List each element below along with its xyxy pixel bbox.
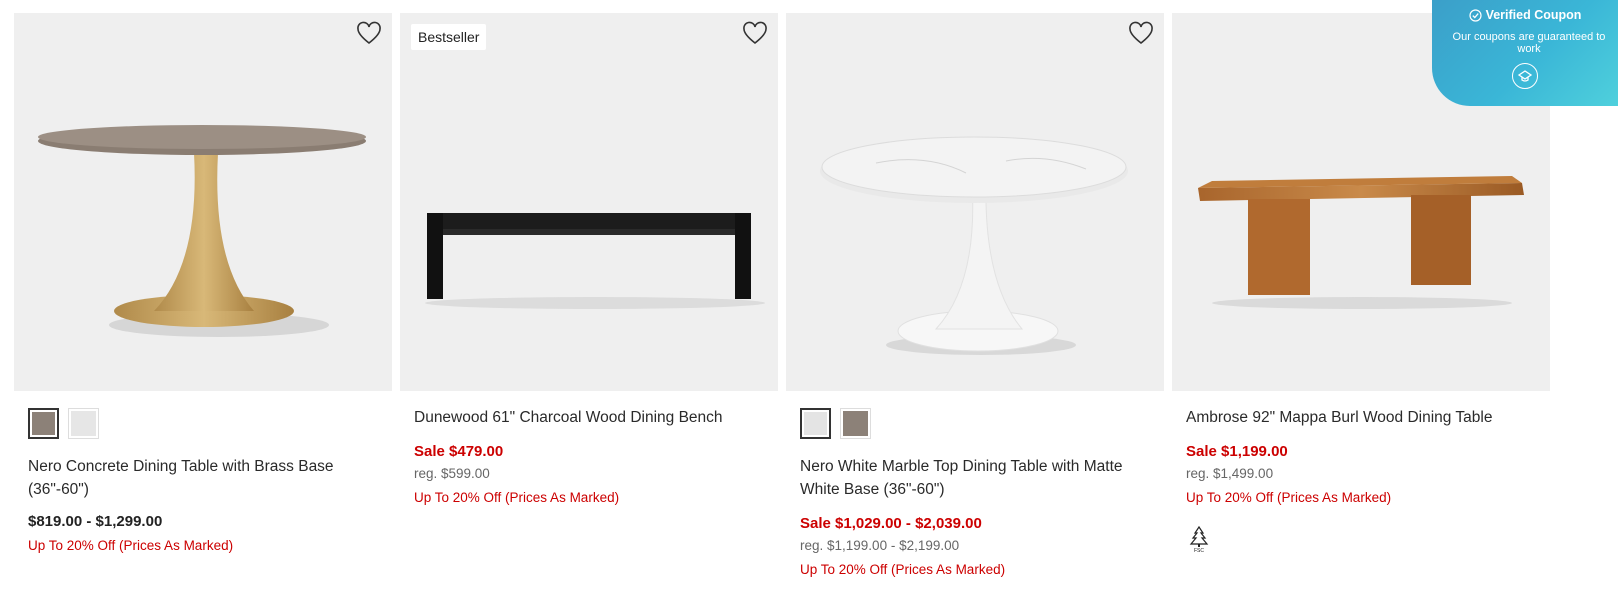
coupon-title-text: Verified Coupon [1485, 8, 1582, 22]
coupon-title: Verified Coupon [1432, 8, 1618, 22]
product-name[interactable]: Nero White Marble Top Dining Table with … [800, 455, 1150, 501]
swatch-marble[interactable] [800, 408, 831, 439]
bestseller-badge: Bestseller [411, 24, 487, 50]
product-image[interactable] [786, 13, 1164, 391]
heart-icon[interactable] [356, 21, 382, 47]
product-card[interactable]: Nero White Marble Top Dining Table with … [786, 13, 1164, 577]
color-swatches [800, 408, 1150, 439]
product-name[interactable]: Dunewood 61" Charcoal Wood Dining Bench [414, 406, 764, 429]
promo-text: Up To 20% Off (Prices As Marked) [28, 538, 234, 553]
color-swatches [28, 408, 378, 439]
regular-price: reg. $599.00 [414, 466, 490, 481]
graduation-cap-icon [1517, 70, 1533, 82]
heart-icon[interactable] [1128, 21, 1154, 47]
swatch-marble[interactable] [68, 408, 99, 439]
promo-text: Up To 20% Off (Prices As Marked) [800, 562, 1006, 577]
product-name[interactable]: Ambrose 92" Mappa Burl Wood Dining Table [1186, 406, 1536, 429]
product-name[interactable]: Nero Concrete Dining Table with Brass Ba… [28, 455, 378, 501]
white-marble-table-image [820, 136, 1128, 355]
swatch-concrete[interactable] [28, 408, 59, 439]
swatch-concrete[interactable] [840, 408, 871, 439]
product-image[interactable]: Bestseller [400, 13, 778, 391]
product-card[interactable]: Bestseller Dunewood 61" Charcoal Wood Di… [400, 13, 778, 577]
verified-coupon-widget[interactable]: Verified Coupon Our coupons are guarante… [1432, 0, 1618, 106]
coupon-subtitle: Our coupons are guaranteed to work [1452, 31, 1606, 55]
sale-price: Sale $479.00 [414, 443, 504, 460]
charcoal-bench-image [425, 213, 765, 309]
coupon-open-button[interactable] [1512, 63, 1538, 89]
heart-icon[interactable] [742, 21, 768, 47]
promo-text: Up To 20% Off (Prices As Marked) [414, 490, 620, 505]
product-card[interactable]: Nero Concrete Dining Table with Brass Ba… [14, 13, 392, 577]
sale-price: Sale $1,029.00 - $2,039.00 [800, 515, 982, 532]
promo-text: Up To 20% Off (Prices As Marked) [1186, 490, 1392, 505]
product-grid: Nero Concrete Dining Table with Brass Ba… [14, 13, 1550, 577]
product-image[interactable] [14, 13, 392, 391]
fsc-tree-icon: FSC [1186, 525, 1212, 554]
svg-text:FSC: FSC [1194, 548, 1204, 553]
check-circle-icon [1468, 8, 1482, 22]
sale-price: Sale $1,199.00 [1186, 443, 1288, 460]
regular-price: reg. $1,199.00 - $2,199.00 [800, 538, 960, 553]
product-price: $819.00 - $1,299.00 [28, 513, 163, 530]
regular-price: reg. $1,499.00 [1186, 466, 1274, 481]
concrete-brass-table-image [38, 125, 366, 337]
